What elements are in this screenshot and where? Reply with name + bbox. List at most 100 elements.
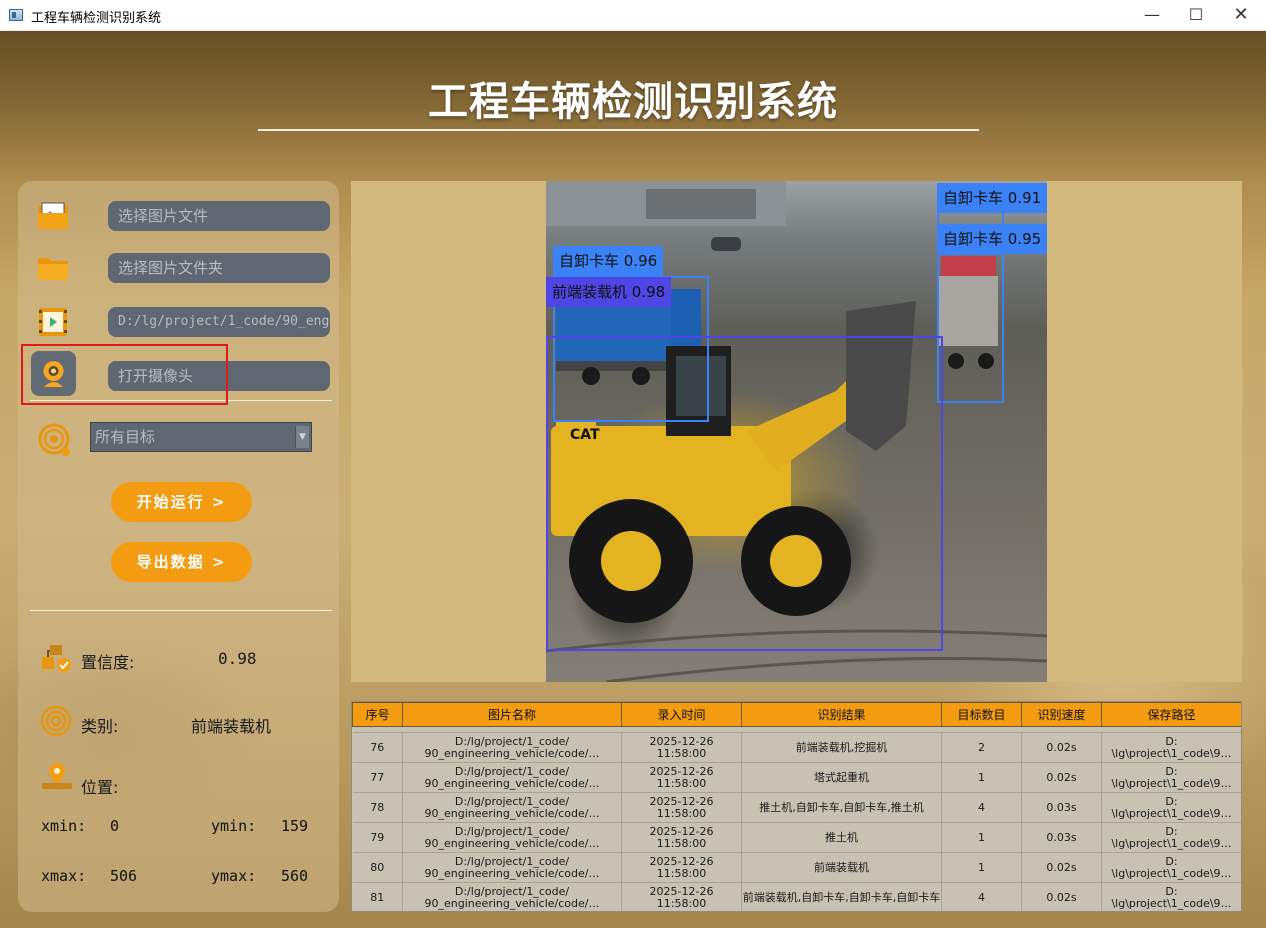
window-title: 工程车辆检测识别系统 xyxy=(31,11,162,26)
target-icon xyxy=(38,423,70,456)
row-image-name: D:/lg/project/1_code/90_engineering_vehi… xyxy=(402,852,622,883)
row-result: 推土机 xyxy=(741,822,942,853)
bbox-dump-truck-2 xyxy=(937,253,1004,403)
close-button[interactable]: ✕ xyxy=(1218,0,1264,31)
row-save-path: D: \lg\project\1_code\9… xyxy=(1101,792,1241,823)
row-result: 前端装载机,挖掘机 xyxy=(741,732,942,763)
table-header: 序号 图片名称 录入时间 识别结果 目标数目 识别速度 保存路径 xyxy=(352,702,1241,727)
row-id: 77 xyxy=(352,762,403,793)
row-save-path: D: \lg\project\1_code\9… xyxy=(1101,822,1241,853)
row-id: 79 xyxy=(352,822,403,853)
bbox-label-dump-truck-2: 自卸卡车 0.95 xyxy=(937,224,1048,254)
bbox-label-dump-truck-1: 自卸卡车 0.91 xyxy=(937,183,1048,213)
bbox-front-loader xyxy=(546,336,943,651)
target-select-value: 所有目标 xyxy=(95,428,156,446)
minimize-button[interactable]: — xyxy=(1129,0,1175,31)
confidence-value: 0.98 xyxy=(218,649,257,668)
main-area: 工程车辆检测识别系统 选择图片文件 选择图片文件夹 D:/lg/project/… xyxy=(0,31,1266,928)
row-count: 2 xyxy=(941,732,1022,763)
xmax-value: 506 xyxy=(110,867,138,885)
table-row[interactable]: 79 D:/lg/project/1_code/90_engineering_ve… xyxy=(352,822,1241,853)
row-speed: 0.02s xyxy=(1021,732,1102,763)
confidence-label: 置信度: xyxy=(81,653,135,672)
bbox-label-dump-truck-3: 自卸卡车 0.96 xyxy=(553,246,664,276)
ymax-value: 560 xyxy=(281,867,309,885)
results-table[interactable]: 序号 图片名称 录入时间 识别结果 目标数目 识别速度 保存路径 76 D:/lg… xyxy=(351,701,1242,912)
row-count: 1 xyxy=(941,822,1022,853)
row-time: 2025-12-26 11:58:00 xyxy=(621,882,742,911)
column-header[interactable]: 图片名称 xyxy=(402,702,622,727)
xmax-label: xmax: xyxy=(41,867,87,885)
target-select[interactable]: 所有目标 ▼ xyxy=(90,422,312,452)
row-image-name: D:/lg/project/1_code/90_engineering_vehi… xyxy=(402,822,622,853)
row-result: 推土机,自卸卡车,自卸卡车,推土机 xyxy=(741,792,942,823)
row-id: 81 xyxy=(352,882,403,911)
row-count: 1 xyxy=(941,852,1022,883)
row-time: 2025-12-26 11:58:00 xyxy=(621,762,742,793)
class-label: 类别: xyxy=(81,717,119,736)
table-row[interactable]: 77 D:/lg/project/1_code/90_engineering_ve… xyxy=(352,762,1241,793)
column-header[interactable]: 目标数目 xyxy=(941,702,1022,727)
table-row[interactable]: 78 D:/lg/project/1_code/90_engineering_ve… xyxy=(352,792,1241,823)
window-titlebar: 工程车辆检测识别系统 — ☐ ✕ xyxy=(0,0,1266,31)
column-header[interactable]: 录入时间 xyxy=(621,702,742,727)
row-result: 前端装载机,自卸卡车,自卸卡车,自卸卡车 xyxy=(741,882,942,911)
panel-divider-bottom xyxy=(30,610,332,611)
row-speed: 0.02s xyxy=(1021,882,1102,911)
control-panel: 选择图片文件 选择图片文件夹 D:/lg/project/1_code/90_e… xyxy=(18,181,339,912)
row-speed: 0.03s xyxy=(1021,792,1102,823)
row-time: 2025-12-26 11:58:00 xyxy=(621,852,742,883)
bbox-label-front-loader: 前端装载机 0.98 xyxy=(546,277,672,307)
confidence-icon xyxy=(42,645,71,672)
image-file-icon[interactable] xyxy=(36,201,70,231)
ymin-value: 159 xyxy=(281,817,309,835)
page-title: 工程车辆检测识别系统 xyxy=(428,79,838,125)
row-count: 4 xyxy=(941,882,1022,911)
maximize-button[interactable]: ☐ xyxy=(1173,0,1219,31)
ymin-label: ymin: xyxy=(211,817,257,835)
row-image-name: D:/lg/project/1_code/90_engineering_vehi… xyxy=(402,732,622,763)
ymax-label: ymax: xyxy=(211,867,257,885)
row-result: 前端装载机 xyxy=(741,852,942,883)
xmin-label: xmin: xyxy=(41,817,87,835)
row-image-name: D:/lg/project/1_code/90_engineering_vehi… xyxy=(402,762,622,793)
chevron-down-icon[interactable]: ▼ xyxy=(295,426,309,448)
table-row[interactable]: 80 D:/lg/project/1_code/90_engineering_ve… xyxy=(352,852,1241,883)
column-header[interactable]: 保存路径 xyxy=(1101,702,1241,727)
xmin-value: 0 xyxy=(110,817,120,835)
row-count: 4 xyxy=(941,792,1022,823)
column-header[interactable]: 序号 xyxy=(352,702,403,727)
row-time: 2025-12-26 11:58:00 xyxy=(621,732,742,763)
row-id: 78 xyxy=(352,792,403,823)
start-button[interactable]: 开始运行 > xyxy=(111,482,252,522)
row-time: 2025-12-26 11:58:00 xyxy=(621,792,742,823)
row-id: 76 xyxy=(352,732,403,763)
row-count: 1 xyxy=(941,762,1022,793)
row-speed: 0.02s xyxy=(1021,852,1102,883)
row-id: 80 xyxy=(352,852,403,883)
image-file-field[interactable]: 选择图片文件 xyxy=(108,201,330,231)
row-save-path: D: \lg\project\1_code\9… xyxy=(1101,732,1241,763)
position-label: 位置: xyxy=(81,778,119,797)
row-image-name: D:/lg/project/1_code/90_engineering_vehi… xyxy=(402,792,622,823)
class-icon xyxy=(40,705,72,737)
image-folder-field[interactable]: 选择图片文件夹 xyxy=(108,253,330,283)
row-save-path: D: \lg\project\1_code\9… xyxy=(1101,882,1241,911)
app-icon xyxy=(9,9,23,21)
table-row[interactable]: 76 D:/lg/project/1_code/90_engineering_ve… xyxy=(352,732,1241,763)
export-button[interactable]: 导出数据 > xyxy=(111,542,252,582)
row-image-name: D:/lg/project/1_code/90_engineering_vehi… xyxy=(402,882,622,911)
row-speed: 0.02s xyxy=(1021,762,1102,793)
video-file-icon[interactable] xyxy=(36,307,70,337)
row-result: 塔式起重机 xyxy=(741,762,942,793)
video-path-field[interactable]: D:/lg/project/1_code/90_engineering_vehi… xyxy=(108,307,330,337)
row-save-path: D: \lg\project\1_code\9… xyxy=(1101,762,1241,793)
table-row[interactable]: 81 D:/lg/project/1_code/90_engineering_ve… xyxy=(352,882,1241,911)
folder-icon[interactable] xyxy=(36,253,70,283)
row-time: 2025-12-26 11:58:00 xyxy=(621,822,742,853)
column-header[interactable]: 识别速度 xyxy=(1021,702,1102,727)
column-header[interactable]: 识别结果 xyxy=(741,702,942,727)
title-divider xyxy=(258,129,979,131)
row-speed: 0.03s xyxy=(1021,822,1102,853)
row-save-path: D: \lg\project\1_code\9… xyxy=(1101,852,1241,883)
